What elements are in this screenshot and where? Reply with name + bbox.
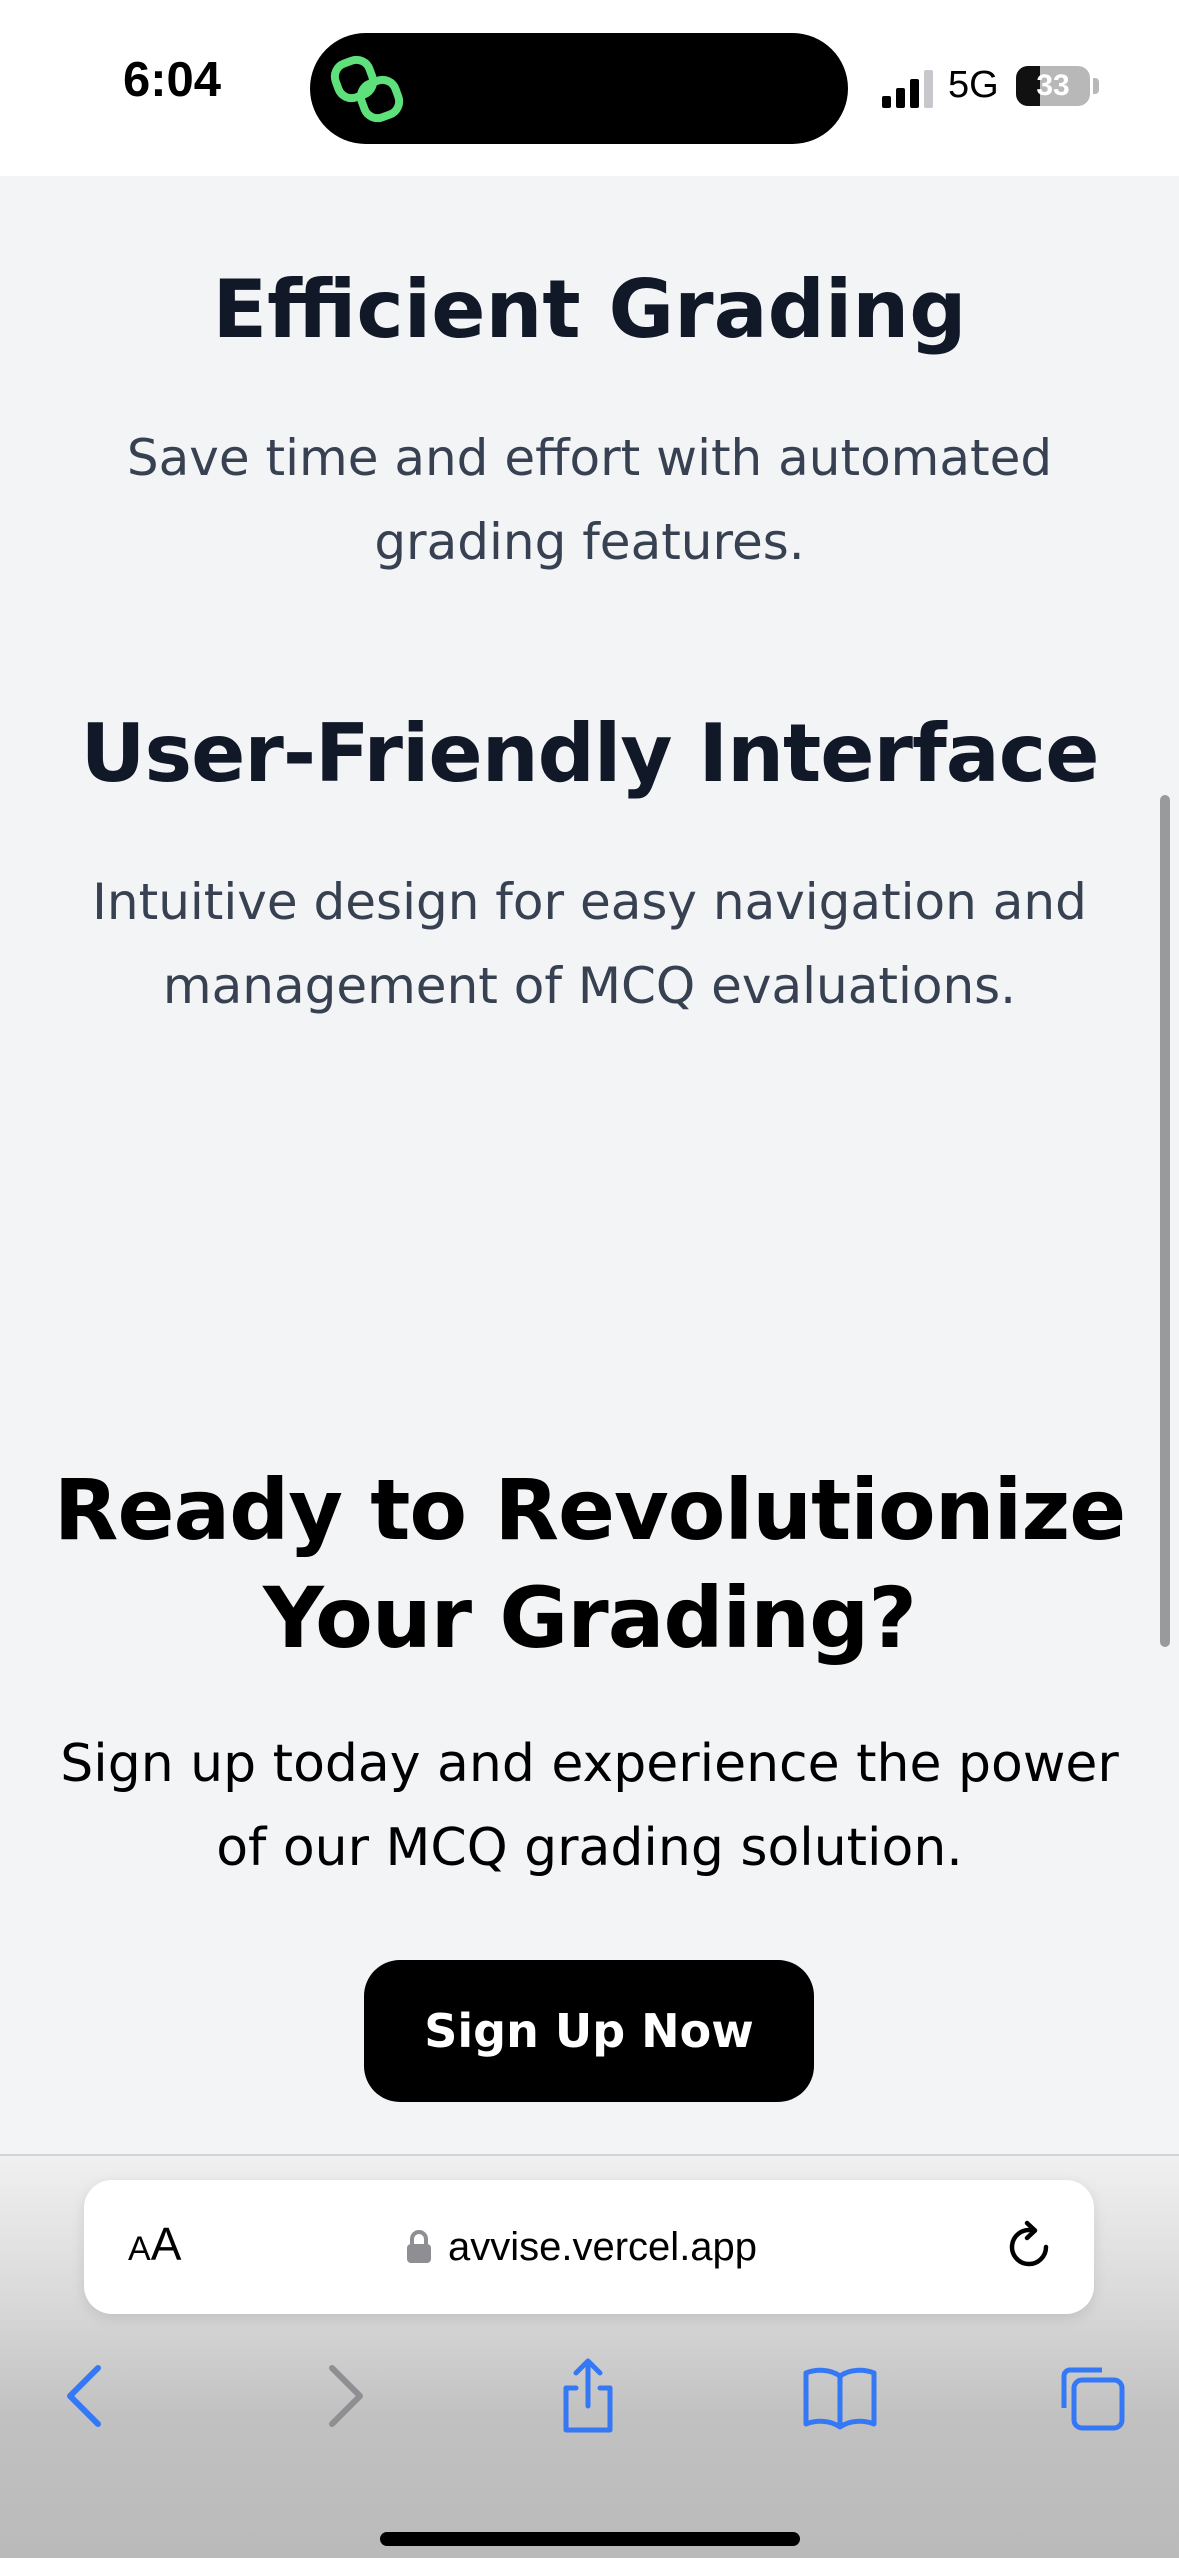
forward-icon[interactable]	[302, 2356, 382, 2436]
battery-icon: 33	[1016, 66, 1090, 106]
back-icon[interactable]	[48, 2356, 128, 2436]
battery-percent: 33	[1036, 69, 1070, 102]
address-bar[interactable]: AA avvise.vercel.app	[84, 2180, 1094, 2314]
feature-title: Efficient Grading	[212, 263, 967, 356]
linked-rings-icon	[330, 55, 404, 123]
browser-toolbar: AA avvise.vercel.app	[0, 2154, 1179, 2558]
bookmarks-icon[interactable]	[800, 2356, 880, 2436]
status-bar: 6:04 5G 33	[0, 0, 1179, 176]
text-size-small-label: A	[128, 2230, 151, 2268]
home-indicator[interactable]	[380, 2532, 800, 2546]
sign-up-button[interactable]: Sign Up Now	[364, 1960, 814, 2102]
text-size-large-label: A	[150, 2218, 182, 2270]
cta-heading: Ready to Revolutionize Your Grading?	[53, 1461, 1126, 1667]
url-text[interactable]: avvise.vercel.app	[448, 2220, 757, 2274]
feature-description: Intuitive design for easy navigation and…	[92, 873, 1087, 1015]
text-size-button[interactable]: AA	[128, 2216, 181, 2284]
share-icon[interactable]	[548, 2356, 628, 2436]
scrollbar[interactable]	[1160, 795, 1170, 1647]
status-time: 6:04	[122, 53, 222, 107]
feature-title: User-Friendly Interface	[80, 707, 1100, 800]
cta-description: Sign up today and experience the power o…	[60, 1734, 1119, 1878]
feature-description: Save time and effort with automated grad…	[126, 429, 1053, 571]
page-content: Efficient Grading Save time and effort w…	[0, 176, 1179, 2154]
tabs-icon[interactable]	[1050, 2356, 1130, 2436]
lock-icon	[407, 2230, 431, 2263]
cellular-signal-icon	[882, 70, 933, 108]
dynamic-island	[310, 33, 848, 144]
battery-cap	[1093, 78, 1099, 94]
network-type: 5G	[948, 64, 999, 106]
reload-icon[interactable]	[1002, 2220, 1056, 2274]
